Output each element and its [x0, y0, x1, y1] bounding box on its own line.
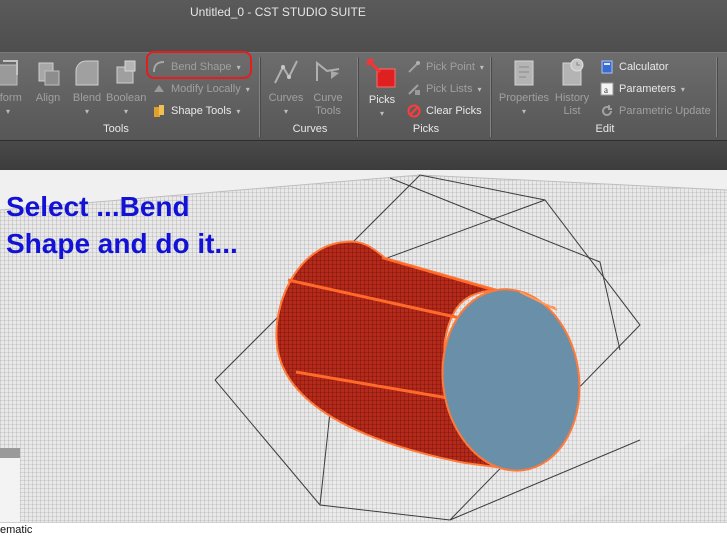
- chevron-down-icon: ▾: [283, 107, 288, 116]
- parametric-update-label: Parametric Update: [619, 105, 711, 117]
- window-title: Untitled_0 - CST STUDIO SUITE: [190, 5, 366, 19]
- parameters-label: Parameters: [619, 83, 676, 95]
- pick-point-icon: [408, 61, 420, 73]
- clear-picks-button[interactable]: Clear Picks: [407, 102, 482, 120]
- ribbon: sform ▾ Align Blend ▾ Boolean ▾ Bend Sha…: [0, 52, 727, 140]
- blend-icon: [75, 60, 99, 86]
- transform-icon: [0, 60, 18, 86]
- instruction-overlay: Select ...Bend Shape and do it...: [6, 188, 238, 262]
- side-panel-stub: [0, 448, 20, 522]
- history-list-label-1: History: [554, 92, 590, 104]
- boolean-label: Boolean: [106, 92, 147, 104]
- properties-button[interactable]: Properties ▾: [496, 57, 552, 117]
- picks-button[interactable]: Picks ▾: [364, 57, 400, 119]
- transform-label: sform: [0, 92, 22, 104]
- clear-picks-icon: [407, 104, 421, 118]
- chevron-down-icon: ▾: [84, 107, 89, 116]
- history-list-button[interactable]: History List: [552, 57, 592, 118]
- align-button[interactable]: Align: [32, 57, 64, 105]
- pick-lists-icon: [408, 84, 420, 95]
- chevron-down-icon: ▾: [680, 84, 685, 94]
- clear-picks-label: Clear Picks: [426, 105, 482, 117]
- chevron-down-icon: ▾: [521, 107, 526, 116]
- boolean-button[interactable]: Boolean ▾: [106, 57, 146, 117]
- blend-label: Blend: [72, 92, 102, 104]
- shape-tools-label: Shape Tools: [171, 105, 232, 117]
- calculator-button[interactable]: Calculator: [600, 58, 669, 76]
- curves-label: Curves: [268, 92, 304, 104]
- chevron-down-icon: ▾: [5, 107, 10, 116]
- title-bar: Untitled_0 - CST STUDIO SUITE: [0, 0, 727, 52]
- status-bar: ematic: [0, 522, 727, 537]
- pick-lists-label: Pick Lists: [426, 83, 473, 95]
- bend-shape-highlight: [146, 51, 252, 79]
- chevron-down-icon: ▾: [236, 106, 241, 116]
- curve-tools-icon: [316, 60, 340, 81]
- chevron-down-icon: ▾: [479, 62, 484, 72]
- calculator-label: Calculator: [619, 61, 669, 73]
- curve-tools-label-1: Curve: [313, 92, 343, 104]
- group-divider: [357, 57, 358, 137]
- parameters-button[interactable]: a Parameters ▾: [600, 80, 685, 98]
- tools-group-label: Tools: [103, 123, 129, 135]
- svg-text:a: a: [604, 85, 608, 95]
- properties-icon: [514, 60, 534, 86]
- calculator-icon: [601, 60, 613, 74]
- blend-button[interactable]: Blend ▾: [70, 57, 104, 117]
- modify-locally-button[interactable]: Modify Locally ▾: [152, 80, 250, 98]
- curves-icon: [274, 60, 298, 84]
- picks-label: Picks: [368, 94, 396, 106]
- align-icon: [38, 62, 60, 86]
- curve-tools-button[interactable]: Curve Tools: [308, 57, 348, 118]
- picks-icon: [366, 58, 396, 88]
- curve-tools-label-2: Tools: [315, 105, 341, 117]
- transform-button[interactable]: sform ▾: [0, 57, 30, 117]
- chevron-down-icon: ▾: [379, 109, 384, 118]
- shape-tools-button[interactable]: Shape Tools ▾: [152, 102, 240, 120]
- status-text: ematic: [0, 524, 33, 536]
- chevron-down-icon: ▾: [123, 107, 128, 116]
- boolean-icon: [116, 60, 136, 84]
- align-label: Align: [35, 92, 61, 104]
- instruction-line-1: Select ...Bend: [6, 191, 190, 222]
- modify-locally-icon: [154, 85, 164, 92]
- curves-button[interactable]: Curves ▾: [266, 57, 306, 117]
- chevron-down-icon: ▾: [477, 84, 482, 94]
- instruction-line-2: Shape and do it...: [6, 228, 238, 259]
- pick-lists-button[interactable]: Pick Lists ▾: [407, 80, 481, 98]
- history-list-label-2: List: [563, 105, 581, 117]
- group-divider: [259, 57, 260, 137]
- chevron-down-icon: ▾: [245, 84, 250, 94]
- document-tab-bar: [0, 140, 727, 170]
- parametric-update-icon: [602, 105, 612, 116]
- pick-point-label: Pick Point: [426, 61, 475, 73]
- group-divider: [716, 57, 717, 137]
- properties-label: Properties: [498, 92, 550, 104]
- parameters-icon: a: [600, 82, 614, 96]
- edit-group-label: Edit: [595, 123, 615, 135]
- shape-tools-icon: [154, 105, 164, 117]
- group-divider: [490, 57, 491, 137]
- curves-group-label: Curves: [292, 123, 328, 135]
- pick-point-button[interactable]: Pick Point ▾: [407, 58, 484, 76]
- parametric-update-button[interactable]: Parametric Update: [600, 102, 711, 120]
- modify-locally-label: Modify Locally: [171, 83, 241, 95]
- picks-group-label: Picks: [412, 123, 440, 135]
- history-list-icon: [562, 58, 584, 86]
